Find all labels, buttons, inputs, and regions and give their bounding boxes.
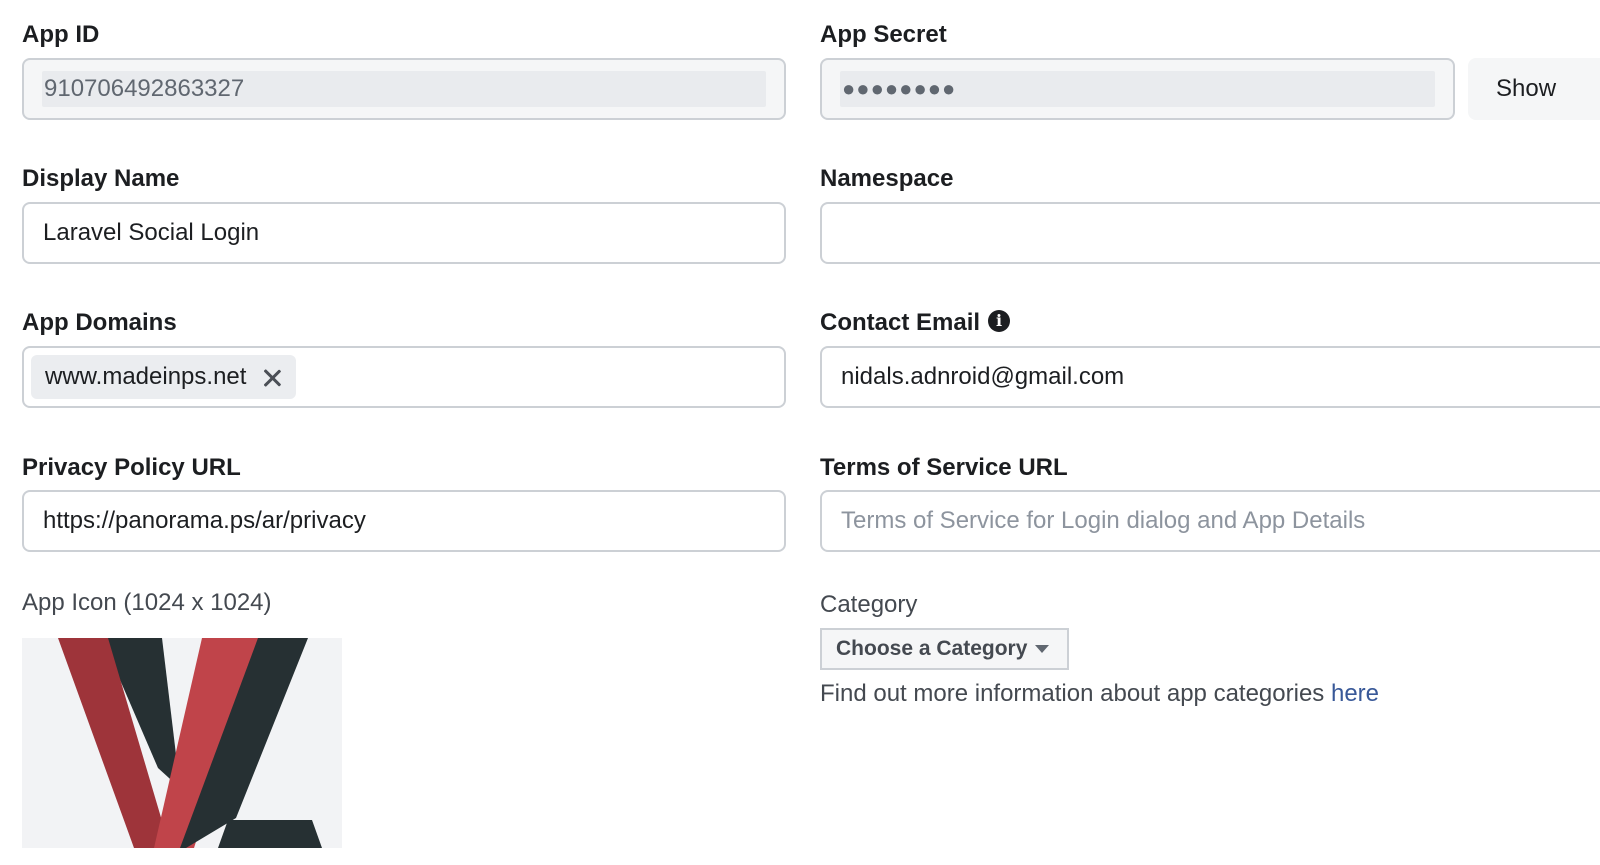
privacy-policy-label: Privacy Policy URL [22, 454, 241, 481]
info-icon[interactable]: i [988, 309, 1011, 332]
contact-email-input[interactable]: nidals.adnroid@gmail.com [820, 346, 1600, 408]
category-info-link[interactable]: here [1331, 680, 1379, 707]
app-secret-label: App Secret [820, 21, 947, 48]
app-id-value: 910706492863327 [44, 75, 245, 102]
namespace-label: Namespace [820, 165, 954, 192]
display-name-label: Display Name [22, 165, 180, 192]
app-icon-label: App Icon (1024 x 1024) [22, 589, 272, 616]
close-icon[interactable] [262, 367, 282, 387]
app-secret-value-container: ●●●●●●●● [840, 71, 1435, 107]
terms-of-service-placeholder: Terms of Service for Login dialog and Ap… [841, 507, 1366, 534]
app-domains-input[interactable]: www.madeinps.net [22, 346, 786, 408]
category-dropdown[interactable]: Choose a Category [820, 628, 1069, 670]
app-secret-field[interactable]: ●●●●●●●● [820, 58, 1455, 120]
app-id-field[interactable]: 910706492863327 [22, 58, 786, 120]
app-id-value-container: 910706492863327 [42, 71, 766, 107]
category-label: Category [820, 591, 918, 618]
app-id-label: App ID [22, 21, 100, 48]
category-info-text: Find out more information about app cate… [820, 678, 1379, 710]
domain-tag-label: www.madeinps.net [45, 363, 247, 390]
app-secret-value: ●●●●●●●● [842, 76, 957, 101]
app-logo-icon [22, 638, 342, 848]
display-name-value: Laravel Social Login [43, 219, 260, 246]
contact-email-label-row: Contact Email i [820, 308, 1011, 338]
terms-of-service-label: Terms of Service URL [820, 454, 1068, 481]
show-secret-button[interactable]: Show [1468, 58, 1600, 120]
terms-of-service-input[interactable]: Terms of Service for Login dialog and Ap… [820, 490, 1600, 552]
category-info-label: Find out more information about app cate… [820, 680, 1331, 707]
privacy-policy-value: https://panorama.ps/ar/privacy [43, 507, 366, 534]
contact-email-value: nidals.adnroid@gmail.com [841, 363, 1125, 390]
contact-email-label: Contact Email [820, 309, 981, 336]
caret-down-icon [1035, 645, 1050, 653]
display-name-input[interactable]: Laravel Social Login [22, 202, 786, 264]
app-domains-label: App Domains [22, 309, 177, 336]
namespace-input[interactable] [820, 202, 1600, 264]
app-icon-image[interactable] [22, 638, 342, 848]
privacy-policy-input[interactable]: https://panorama.ps/ar/privacy [22, 490, 786, 552]
category-selected: Choose a Category [836, 637, 1028, 660]
domain-tag: www.madeinps.net [31, 355, 297, 399]
app-settings-form: App ID 910706492863327 App Secret ●●●●●●… [0, 0, 1600, 865]
